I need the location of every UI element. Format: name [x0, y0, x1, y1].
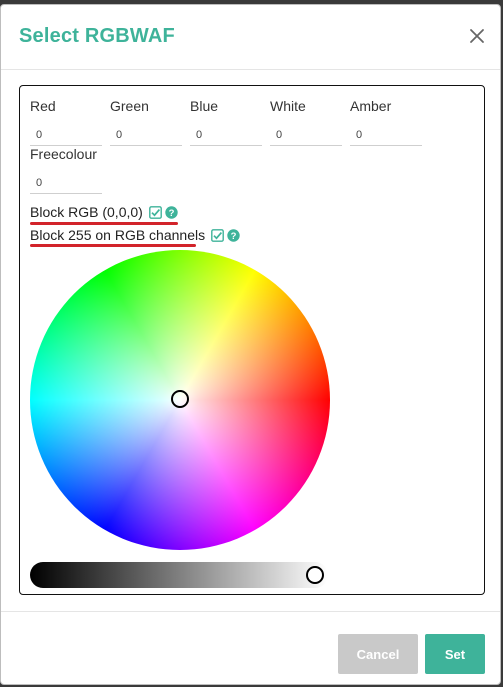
checkbox-checked-icon[interactable]: [211, 228, 225, 242]
field-blue: Blue: [190, 98, 262, 146]
rgbwaf-panel: Red Green Blue White Amber Freecolour Bl…: [19, 85, 485, 595]
blue-input[interactable]: [190, 124, 262, 146]
color-wheel-selector[interactable]: [171, 390, 189, 408]
field-label-blue: Blue: [190, 98, 219, 114]
cancel-button[interactable]: Cancel: [338, 634, 418, 674]
brightness-slider-handle[interactable]: [306, 566, 324, 584]
block-255-label: Block 255 on RGB channels: [30, 227, 206, 243]
block-255-option[interactable]: Block 255 on RGB channels ?: [30, 227, 240, 243]
red-input[interactable]: [30, 124, 102, 146]
dialog-footer: Cancel Set: [1, 611, 500, 687]
field-label-red: Red: [30, 98, 56, 114]
help-icon[interactable]: ?: [227, 228, 240, 242]
select-rgbwaf-dialog: Select RGBWAF Red Green Blue White Amber: [0, 4, 501, 685]
field-green: Green: [110, 98, 182, 146]
close-icon[interactable]: [468, 27, 486, 45]
checkbox-checked-icon[interactable]: [148, 205, 162, 219]
freecolour-input[interactable]: [30, 172, 102, 194]
white-input[interactable]: [270, 124, 342, 146]
help-icon[interactable]: ?: [165, 205, 178, 219]
field-label-freecolour: Freecolour: [30, 146, 97, 162]
field-label-white: White: [270, 98, 306, 114]
green-input[interactable]: [110, 124, 182, 146]
set-button[interactable]: Set: [425, 634, 485, 674]
dialog-title: Select RGBWAF: [19, 25, 175, 47]
field-label-green: Green: [110, 98, 149, 114]
block-rgb-label: Block RGB (0,0,0): [30, 204, 143, 220]
amber-input[interactable]: [350, 124, 422, 146]
field-red: Red: [30, 98, 102, 146]
svg-text:?: ?: [168, 208, 174, 219]
field-white: White: [270, 98, 342, 146]
annotation-underline: [30, 244, 196, 247]
field-freecolour: Freecolour: [30, 146, 102, 194]
brightness-slider[interactable]: [30, 562, 328, 588]
block-rgb-option[interactable]: Block RGB (0,0,0) ?: [30, 204, 178, 220]
field-label-amber: Amber: [350, 98, 392, 114]
field-amber: Amber: [350, 98, 422, 146]
annotation-underline: [30, 222, 178, 225]
svg-text:?: ?: [231, 231, 237, 242]
dialog-header: Select RGBWAF: [1, 5, 500, 70]
